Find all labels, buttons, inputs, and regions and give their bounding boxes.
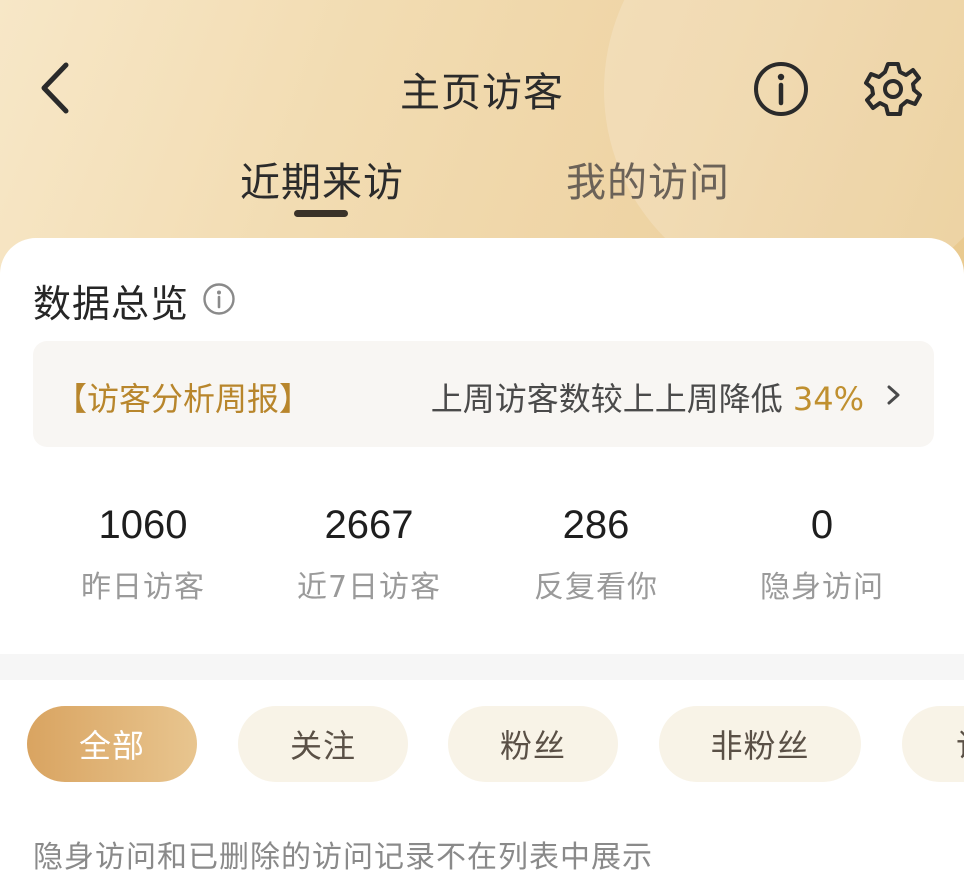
- stat-value: 2667: [324, 503, 414, 547]
- report-summary: 上周访客数较上上周降低 34%: [431, 374, 864, 420]
- overview-title: 数据总览: [33, 282, 190, 326]
- stat-label: 近7日访客: [296, 570, 442, 605]
- stat-label: 隐身访问: [760, 570, 884, 605]
- weekly-report-banner[interactable]: 【访客分析周报】 上周访客数较上上周降低 34%: [33, 341, 934, 447]
- report-percent: 34%: [792, 380, 864, 418]
- page-title: 主页访客: [400, 70, 564, 116]
- section-divider: [0, 654, 964, 680]
- stats-row: 1060 昨日访客 2667 近7日访客 286 反复看你 0 隐身访问: [0, 503, 964, 613]
- active-tab-indicator: [294, 210, 348, 217]
- filter-chip-following[interactable]: 关注: [238, 706, 408, 782]
- stat-label: 反复看你: [534, 570, 658, 605]
- stat-value: 286: [562, 503, 630, 547]
- stat-7day-visitors[interactable]: 2667 近7日访客: [256, 503, 482, 606]
- report-tag: 【访客分析周报】: [55, 380, 312, 418]
- info-circle-icon: [754, 62, 808, 116]
- info-circle-icon[interactable]: [202, 282, 236, 316]
- report-text: 上周访客数较上上周降低: [430, 380, 793, 418]
- chevron-right-icon: [887, 385, 900, 405]
- stat-hidden-visits[interactable]: 0 隐身访问: [709, 503, 935, 606]
- info-button[interactable]: [752, 60, 810, 118]
- gear-icon: [864, 62, 922, 116]
- visitor-tabs: 近期来访 我的访问: [0, 150, 964, 220]
- stat-value: 1060: [98, 503, 188, 547]
- tab-my-visits[interactable]: 我的访问: [566, 150, 730, 208]
- stat-value: 0: [810, 503, 834, 547]
- filter-chip-fans[interactable]: 粉丝: [448, 706, 618, 782]
- stat-repeat-visitors[interactable]: 286 反复看你: [483, 503, 709, 606]
- filter-chips: 全部 关注 粉丝 非粉丝 访: [0, 706, 964, 782]
- filter-chip-more[interactable]: 访: [902, 706, 964, 782]
- tab-recent-visits[interactable]: 近期来访: [240, 150, 404, 208]
- list-note: 隐身访问和已删除的访问记录不在列表中展示: [33, 840, 653, 875]
- stat-yesterday-visitors[interactable]: 1060 昨日访客: [30, 503, 256, 606]
- settings-button[interactable]: [862, 58, 924, 120]
- filter-chip-non-fans[interactable]: 非粉丝: [659, 706, 861, 782]
- stat-label: 昨日访客: [81, 570, 205, 605]
- filter-chip-all[interactable]: 全部: [27, 706, 197, 782]
- top-navigation: 主页访客: [0, 0, 964, 175]
